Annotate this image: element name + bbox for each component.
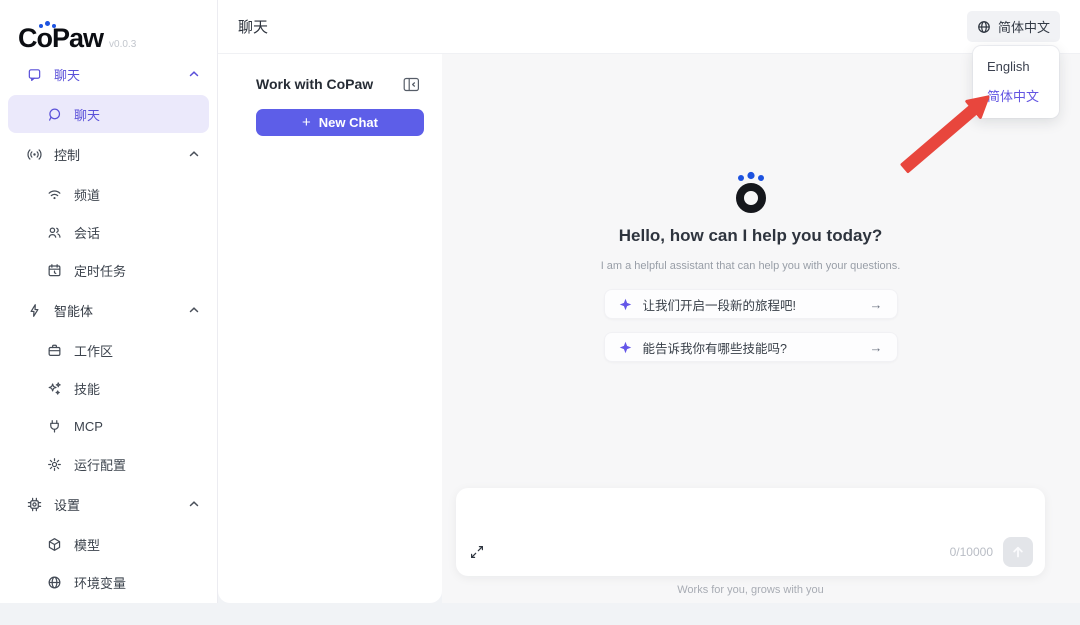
- sidebar-item-scheduled-tasks[interactable]: 定时任务: [0, 251, 217, 289]
- chat-panel-header: Work with CoPaw: [218, 54, 442, 92]
- sidebar-item-sessions[interactable]: 会话: [0, 213, 217, 251]
- chat-square-icon: [26, 66, 42, 82]
- language-button[interactable]: 简体中文: [966, 11, 1060, 42]
- paw-dots-icon: [39, 21, 56, 28]
- sidebar-item-env-vars[interactable]: 环境变量: [0, 563, 217, 601]
- globe-icon: [977, 20, 991, 34]
- suggestion-text: 能告诉我你有哪些技能吗?: [642, 341, 787, 356]
- send-button[interactable]: [1003, 537, 1033, 567]
- app-logo: CoPaw: [18, 21, 104, 53]
- calendar-clock-icon: [46, 262, 62, 278]
- suggestion-text: 让我们开启一段新的旅程吧!: [642, 298, 796, 313]
- briefcase-icon: [46, 342, 62, 358]
- sidebar-item-label: 频道: [74, 187, 101, 203]
- sidebar-item-label: 控制: [54, 147, 81, 163]
- app-name: CoPaw: [18, 23, 104, 53]
- sidebar-item-mcp[interactable]: MCP: [0, 407, 217, 445]
- broadcast-icon: [26, 146, 42, 162]
- chat-bubble-icon: [46, 106, 62, 122]
- composer-area: 0/10000: [456, 488, 1045, 576]
- sidebar-item-label: 聊天: [54, 67, 81, 83]
- sparkles-icon: [46, 380, 62, 396]
- sidebar-item-label: 聊天: [74, 107, 101, 123]
- new-chat-button[interactable]: + New Chat: [256, 109, 424, 136]
- language-option-english[interactable]: English: [973, 53, 1059, 80]
- composer: 0/10000: [456, 488, 1045, 576]
- sidebar-section-control[interactable]: 控制: [0, 133, 217, 175]
- sidebar-item-label: 设置: [54, 497, 81, 513]
- gear-icon: [46, 456, 62, 472]
- chevron-up-icon: [189, 500, 199, 508]
- suggestion-chip[interactable]: 让我们开启一段新的旅程吧! →: [603, 289, 898, 319]
- app-version: v0.0.3: [109, 39, 137, 50]
- sparkle-icon: [619, 298, 632, 311]
- sidebar-item-workspace[interactable]: 工作区: [0, 331, 217, 369]
- suggestion-chips: 让我们开启一段新的旅程吧! → 能告诉我你有哪些技能吗? →: [456, 289, 1045, 362]
- expand-button[interactable]: [470, 545, 484, 559]
- chat-main-area: Hello, how can I help you today? I am a …: [442, 54, 1080, 603]
- collapse-panel-button[interactable]: [403, 77, 420, 92]
- sidebar-section-chat[interactable]: 聊天: [0, 53, 217, 95]
- sidebar-item-run-config[interactable]: 运行配置: [0, 445, 217, 483]
- sidebar-item-models[interactable]: 模型: [0, 525, 217, 563]
- sidebar-item-label: 运行配置: [74, 457, 127, 473]
- plus-icon: +: [302, 114, 311, 131]
- new-chat-label: New Chat: [318, 115, 378, 130]
- language-option-simplified-chinese[interactable]: 简体中文: [973, 80, 1059, 111]
- sidebar-item-channels[interactable]: 频道: [0, 175, 217, 213]
- sidebar-item-label: 技能: [74, 381, 101, 397]
- users-icon: [46, 224, 62, 240]
- tagline: Works for you, grows with you: [677, 584, 824, 596]
- sidebar-item-chat[interactable]: 聊天: [8, 95, 209, 133]
- sidebar-item-skills[interactable]: 技能: [0, 369, 217, 407]
- brand: CoPaw v0.0.3: [0, 0, 217, 53]
- chip-icon: [26, 496, 42, 512]
- chat-list-panel: Work with CoPaw + New Chat: [218, 54, 442, 603]
- header: 聊天 简体中文: [218, 0, 1080, 54]
- welcome-block: Hello, how can I help you today? I am a …: [456, 170, 1045, 272]
- arrow-right-icon: →: [869, 339, 883, 355]
- language-button-label: 简体中文: [997, 20, 1050, 35]
- copaw-logo-icon: [735, 171, 766, 213]
- lightning-icon: [26, 302, 42, 318]
- sidebar-item-label: 模型: [74, 537, 101, 553]
- sidebar-section-agents[interactable]: 智能体: [0, 289, 217, 331]
- language-menu: English 简体中文: [973, 46, 1059, 118]
- greeting-text: Hello, how can I help you today?: [618, 226, 883, 245]
- sidebar-item-label: 智能体: [54, 303, 94, 319]
- sidebar-item-label: 会话: [74, 225, 101, 241]
- chevron-up-icon: [189, 306, 199, 314]
- sparkle-icon: [619, 341, 632, 354]
- page-title: 聊天: [238, 19, 269, 36]
- chat-panel-title: Work with CoPaw: [256, 76, 374, 92]
- plug-icon: [46, 418, 62, 434]
- char-counter: 0/10000: [949, 545, 993, 559]
- sidebar-item-label: MCP: [74, 418, 103, 434]
- arrow-up-icon: [1013, 546, 1023, 558]
- composer-toolbar: 0/10000: [470, 537, 1033, 567]
- sidebar-section-settings[interactable]: 设置: [0, 483, 217, 525]
- chevron-up-icon: [189, 70, 199, 78]
- cube-icon: [46, 536, 62, 552]
- sidebar: CoPaw v0.0.3 聊天 聊天 控制 频道 会话 定时任务 智能体 工作区…: [0, 0, 218, 603]
- globe-icon: [46, 574, 62, 590]
- chevron-up-icon: [189, 150, 199, 158]
- expand-icon: [471, 546, 483, 558]
- wifi-icon: [46, 186, 62, 202]
- sidebar-item-label: 工作区: [74, 343, 114, 359]
- sidebar-item-label: 环境变量: [74, 575, 127, 591]
- sidebar-item-label: 定时任务: [74, 263, 127, 279]
- arrow-right-icon: →: [869, 296, 883, 312]
- suggestion-chip[interactable]: 能告诉我你有哪些技能吗? →: [603, 332, 898, 362]
- greeting-subtitle: I am a helpful assistant that can help y…: [600, 260, 901, 272]
- message-input[interactable]: [470, 498, 1030, 540]
- sidebar-menu: 聊天 聊天 控制 频道 会话 定时任务 智能体 工作区 技能 MCP 运行配置 …: [0, 53, 217, 601]
- collapse-panel-icon: [403, 77, 419, 91]
